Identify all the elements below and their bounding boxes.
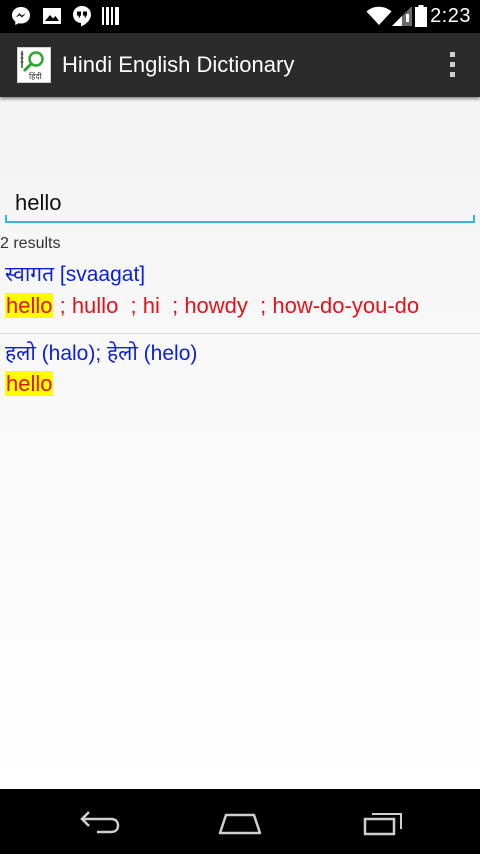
- app-logo-icon: हिंदी: [17, 47, 51, 83]
- status-bar: 2:23: [0, 0, 480, 33]
- status-time: 2:23: [430, 5, 471, 27]
- result-item[interactable]: स्वागत [svaagat] hello ; hullo ; hi ; ho…: [0, 257, 480, 333]
- back-icon: [80, 811, 120, 834]
- action-bar: हिंदी Hindi English Dictionary: [0, 33, 480, 97]
- hangouts-icon: [72, 6, 92, 27]
- result-hindi: स्वागत [svaagat]: [5, 263, 146, 286]
- list-divider: [0, 333, 480, 334]
- overflow-dot: [449, 52, 455, 57]
- messenger-icon: [10, 6, 32, 26]
- overflow-dot: [449, 72, 455, 77]
- search-underline: [5, 215, 475, 223]
- overflow-menu-button[interactable]: [446, 52, 458, 80]
- signal-icon: [392, 6, 412, 26]
- main-content: 2 results स्वागत [svaagat] hello ; hullo…: [0, 97, 480, 789]
- recent-apps-button[interactable]: [354, 803, 410, 841]
- home-button[interactable]: [212, 803, 268, 841]
- app-title: Hindi English Dictionary: [62, 52, 295, 77]
- battery-icon: [414, 5, 428, 27]
- result-highlight: hello: [5, 293, 54, 318]
- image-icon: [43, 6, 61, 26]
- result-item[interactable]: हलो (halo); हेलो (helo) hello: [0, 335, 480, 401]
- search-field[interactable]: [5, 185, 475, 225]
- navigation-bar: [0, 789, 480, 854]
- search-input[interactable]: [5, 185, 475, 221]
- recent-apps-icon: [363, 813, 402, 836]
- app-logo-caption: हिंदी: [29, 72, 42, 81]
- barcode-icon: [102, 6, 120, 26]
- home-icon: [218, 813, 262, 835]
- wifi-icon: [366, 6, 392, 26]
- result-english-rest: ; hullo ; hi ; howdy ; how-do-you-do: [53, 293, 420, 318]
- result-english: hello ; hullo ; hi ; howdy ; how-do-you-…: [5, 293, 419, 319]
- result-highlight: hello: [5, 371, 54, 396]
- result-hindi: हलो (halo); हेलो (helo): [5, 342, 198, 365]
- back-button[interactable]: [72, 803, 128, 841]
- overflow-dot: [449, 62, 455, 67]
- results-count: 2 results: [0, 235, 61, 252]
- result-english: hello: [5, 371, 54, 397]
